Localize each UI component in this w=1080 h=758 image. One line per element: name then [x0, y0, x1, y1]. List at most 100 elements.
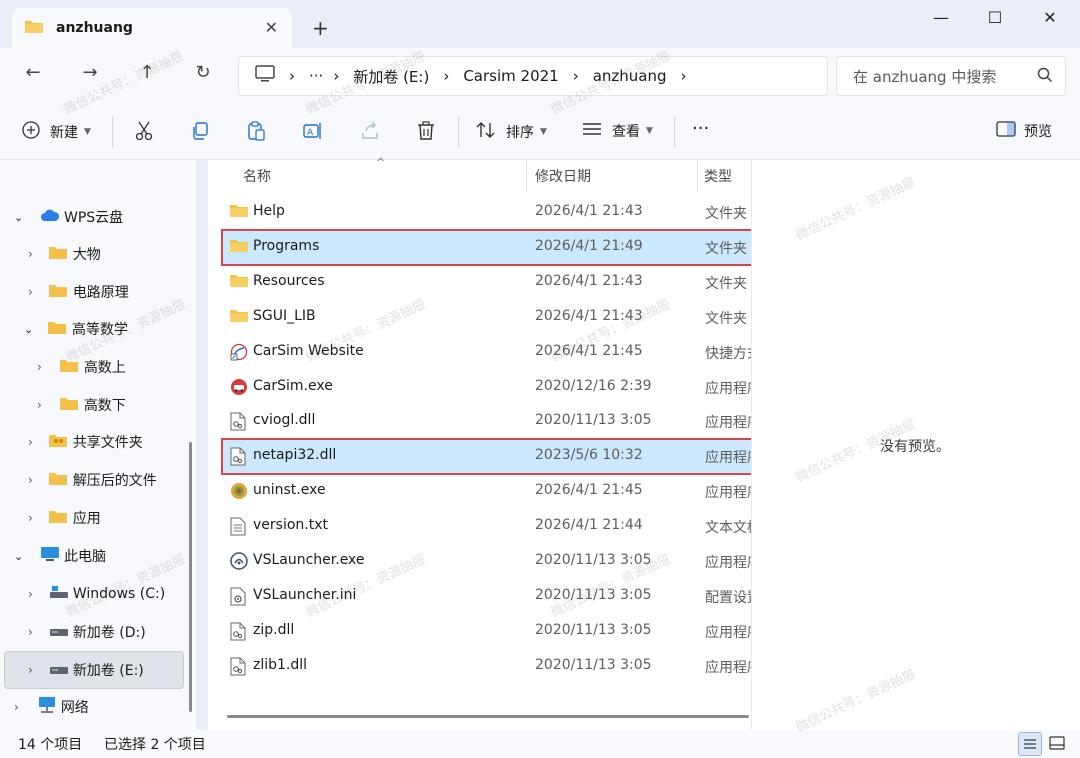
chevron-right-icon[interactable]: ›	[28, 247, 33, 261]
sidebar-item-apps[interactable]: › 应用	[28, 500, 101, 536]
sidebar-item-network[interactable]: › 网络	[14, 689, 89, 725]
chevron-right-icon[interactable]: ›	[14, 700, 19, 714]
file-row[interactable]: zip.dll 2020/11/13 3:05 应用程序扩展	[222, 614, 752, 649]
file-row[interactable]: CarSim.exe 2020/12/16 2:39 应用程序	[222, 370, 752, 405]
column-divider[interactable]	[697, 160, 698, 192]
chevron-right-icon[interactable]: ›	[28, 473, 33, 487]
chevron-down-icon[interactable]: ⌄	[24, 323, 38, 336]
sidebar-item-circuit[interactable]: › 电路原理	[28, 274, 129, 310]
sidebar-item-label: 高数上	[83, 360, 126, 376]
file-row[interactable]: version.txt 2026/4/1 21:44 文本文档	[222, 509, 752, 544]
sidebar-item-drive-c[interactable]: › Windows (C:)	[28, 576, 165, 612]
refresh-icon[interactable]: ↻	[188, 62, 218, 83]
chevron-right-icon[interactable]: ›	[28, 625, 33, 639]
column-header-date[interactable]: 修改日期	[535, 160, 591, 192]
text-file-icon	[230, 517, 246, 540]
sidebar-item-extracted[interactable]: › 解压后的文件	[28, 462, 157, 498]
file-date: 2026/4/1 21:44	[535, 517, 643, 534]
file-row[interactable]: netapi32.dll 2023/5/6 10:32 应用程序扩展	[221, 438, 753, 476]
column-header-name[interactable]: 名称	[243, 160, 271, 192]
chevron-right-icon[interactable]: ›	[681, 67, 687, 85]
sidebar-item-drive-e[interactable]: › 新加卷 (E:)	[28, 652, 144, 688]
chevron-right-icon[interactable]: ›	[37, 360, 42, 374]
view-button[interactable]: 查看 ▼	[582, 121, 653, 141]
sidebar-item-dawu[interactable]: › 大物	[28, 236, 101, 272]
column-header-type[interactable]: 类型	[704, 160, 732, 192]
sidebar-item-shared[interactable]: › 共享文件夹	[28, 424, 143, 460]
details-view-button[interactable]	[1018, 732, 1042, 756]
file-row[interactable]: uninst.exe 2026/4/1 21:45 应用程序	[222, 474, 752, 509]
sidebar-item-calculus[interactable]: ⌄ 高等数学	[24, 311, 128, 347]
copy-button[interactable]	[190, 121, 210, 145]
chevron-right-icon[interactable]: ›	[28, 587, 33, 601]
maximize-button[interactable]: ☐	[972, 8, 1018, 30]
rename-icon: A	[303, 121, 323, 145]
trash-icon	[416, 121, 436, 145]
new-tab-button[interactable]: +	[312, 16, 329, 40]
share-button[interactable]	[360, 121, 380, 145]
file-row[interactable]: cviogl.dll 2020/11/13 3:05 应用程序扩展	[222, 404, 752, 439]
chevron-down-icon[interactable]: ⌄	[14, 550, 28, 563]
address-row: ← → ↑ ↻ › ··· › 新加卷 (E:) › Carsim 2021 ›…	[0, 48, 1080, 104]
nav-scrollbar[interactable]	[189, 442, 192, 712]
file-name: Programs	[253, 237, 320, 254]
chevron-down-icon[interactable]: ⌄	[14, 211, 28, 224]
file-row[interactable]: zlib1.dll 2020/11/13 3:05 应用程序扩展	[222, 649, 752, 684]
file-type: 应用程序扩展	[705, 450, 751, 467]
search-input[interactable]: 在 anzhuang 中搜索	[836, 56, 1066, 96]
chevron-down-icon: ▼	[646, 126, 653, 136]
paste-button[interactable]	[246, 121, 266, 145]
file-type: 文件夹	[705, 275, 747, 292]
breadcrumb-anzhuang[interactable]: anzhuang	[593, 67, 667, 85]
svg-text:A: A	[307, 128, 314, 138]
back-icon[interactable]: ←	[18, 62, 48, 83]
breadcrumb-more[interactable]: ···	[309, 67, 323, 85]
file-row[interactable]: SGUI_LIB 2026/4/1 21:43 文件夹	[222, 300, 752, 335]
sort-button[interactable]: 排序 ▼	[476, 121, 547, 143]
chevron-right-icon[interactable]: ›	[37, 398, 42, 412]
folder-icon	[48, 471, 67, 489]
new-button[interactable]: 新建 ▼	[22, 121, 91, 143]
sidebar-item-wps-cloud[interactable]: ⌄ WPS云盘	[14, 199, 123, 235]
more-options-button[interactable]: ···	[692, 118, 709, 139]
file-row[interactable]: Programs 2026/4/1 21:49 文件夹	[221, 228, 753, 266]
horizontal-scrollbar[interactable]	[227, 715, 749, 718]
breadcrumb-carsim[interactable]: Carsim 2021	[463, 67, 558, 85]
forward-icon[interactable]: →	[75, 62, 105, 83]
file-row[interactable]: VSLauncher.ini 2020/11/13 3:05 配置设置	[222, 579, 752, 614]
breadcrumb-drive[interactable]: 新加卷 (E:)	[353, 66, 429, 87]
dll-icon	[230, 412, 246, 435]
chevron-right-icon[interactable]: ›	[28, 285, 33, 299]
sidebar-item-this-pc[interactable]: ⌄ 此电脑	[14, 538, 106, 574]
file-row[interactable]: VSLauncher.exe 2020/11/13 3:05 应用程序	[222, 544, 752, 579]
column-divider[interactable]	[526, 160, 527, 192]
tab-anzhuang[interactable]: anzhuang ✕	[12, 8, 292, 48]
minimize-button[interactable]: —	[918, 8, 964, 30]
sidebar-item-drive-d[interactable]: › 新加卷 (D:)	[28, 614, 146, 650]
chevron-right-icon[interactable]: ›	[28, 435, 33, 449]
sidebar-item-calculus-1[interactable]: › 高数上	[37, 349, 126, 385]
preview-pane-button[interactable]: 预览	[996, 121, 1052, 141]
file-row[interactable]: Resources 2026/4/1 21:43 文件夹	[222, 265, 752, 300]
details-view-icon	[1024, 739, 1036, 749]
sidebar-item-calculus-2[interactable]: › 高数下	[37, 387, 126, 423]
file-row[interactable]: CarSim Website 2026/4/1 21:45 快捷方式	[222, 335, 752, 370]
shortcut-icon	[230, 343, 248, 365]
tiles-view-button[interactable]	[1046, 732, 1070, 756]
rename-button[interactable]: A	[303, 121, 323, 145]
pc-icon	[40, 546, 60, 566]
chevron-right-icon[interactable]: ›	[28, 663, 33, 677]
cut-button[interactable]	[135, 121, 153, 145]
file-type: 文本文档	[705, 520, 751, 537]
up-icon[interactable]: ↑	[132, 62, 162, 83]
cloud-icon	[40, 208, 60, 226]
address-bar[interactable]: › ··· › 新加卷 (E:) › Carsim 2021 › anzhuan…	[238, 56, 828, 96]
sort-icon	[476, 121, 496, 143]
chevron-right-icon[interactable]: ›	[28, 511, 33, 525]
new-label: 新建	[50, 125, 78, 141]
tab-close-icon[interactable]: ✕	[265, 18, 278, 37]
delete-button[interactable]	[416, 121, 436, 145]
close-window-button[interactable]: ✕	[1027, 8, 1073, 30]
file-name: SGUI_LIB	[253, 307, 316, 324]
file-row[interactable]: Help 2026/4/1 21:43 文件夹	[222, 195, 752, 230]
